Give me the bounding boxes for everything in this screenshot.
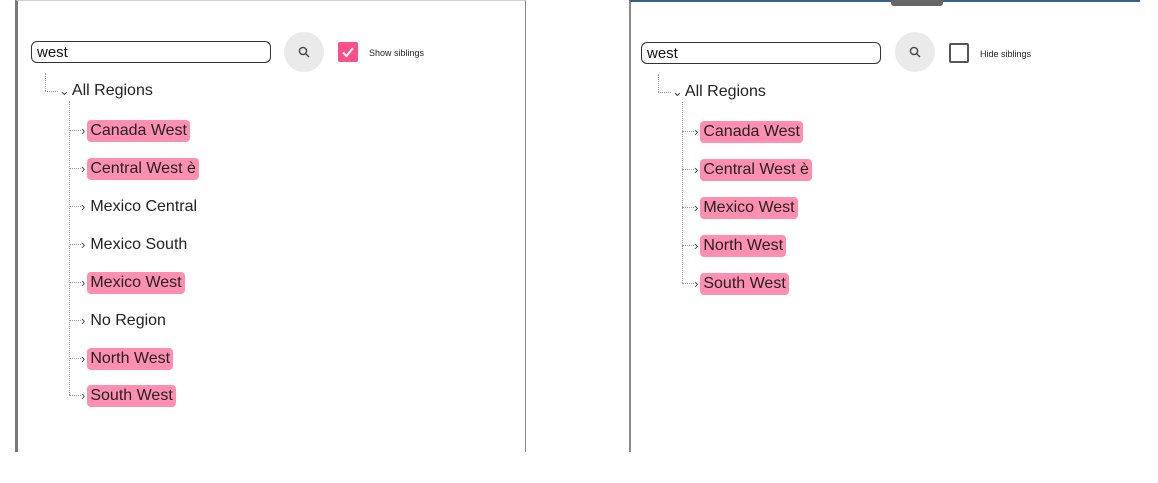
chevron-right-icon[interactable]: › bbox=[81, 349, 85, 369]
chevron-right-icon[interactable]: › bbox=[81, 197, 85, 217]
tree-guide bbox=[658, 74, 659, 92]
left-panel: Show siblings ⌄All Regions ›Canada West … bbox=[15, 0, 526, 452]
chevron-right-icon[interactable]: › bbox=[81, 235, 85, 255]
tree-item[interactable]: › Canada West bbox=[694, 121, 803, 143]
tree-item[interactable]: › North West bbox=[81, 348, 174, 370]
tree-root[interactable]: ⌄ All Regions bbox=[59, 81, 153, 101]
tree-guide bbox=[682, 131, 694, 132]
tree-guide bbox=[69, 358, 81, 359]
check-icon bbox=[342, 47, 354, 58]
tree-guide bbox=[69, 101, 70, 395]
chevron-right-icon[interactable]: › bbox=[694, 274, 698, 294]
tree-item[interactable]: › Canada West bbox=[81, 120, 190, 142]
chevron-down-icon[interactable]: ⌄ bbox=[59, 81, 70, 101]
chevron-right-icon[interactable]: › bbox=[694, 198, 698, 218]
tree-item-label: Mexico West bbox=[87, 272, 185, 294]
window-tab bbox=[891, 0, 943, 6]
tree-item-label: Canada West bbox=[700, 121, 803, 143]
chevron-right-icon[interactable]: › bbox=[81, 311, 85, 331]
tree-guide bbox=[69, 395, 81, 396]
right-panel: Hide siblings ⌄All Regions ›Canada West … bbox=[629, 0, 1140, 452]
tree-guide bbox=[69, 282, 81, 283]
tree-guide bbox=[69, 130, 81, 131]
tree-guide bbox=[69, 168, 81, 169]
tree-guide bbox=[682, 207, 694, 208]
tree-guide bbox=[45, 91, 58, 92]
tree-item[interactable]: › No Region bbox=[81, 310, 169, 332]
chevron-right-icon[interactable]: › bbox=[694, 122, 698, 142]
tree-item[interactable]: › Mexico West bbox=[81, 272, 185, 294]
chevron-down-icon[interactable]: ⌄ bbox=[672, 82, 683, 102]
tree-item-label: South West bbox=[87, 385, 176, 407]
chevron-right-icon[interactable]: › bbox=[694, 160, 698, 180]
hide-siblings-label: Hide siblings bbox=[980, 49, 1032, 59]
tree-root-label: All Regions bbox=[71, 82, 153, 99]
tree-item-label: Mexico South bbox=[90, 236, 188, 253]
search-input[interactable] bbox=[641, 42, 881, 64]
tree-item-label: Central West è bbox=[700, 159, 812, 181]
tree-item-label: Central West è bbox=[87, 158, 199, 180]
search-button[interactable] bbox=[284, 32, 324, 72]
tree-root-label: All Regions bbox=[684, 83, 766, 100]
search-button[interactable] bbox=[895, 32, 935, 72]
chevron-right-icon[interactable]: › bbox=[694, 236, 698, 256]
tree-item-label: Mexico Central bbox=[90, 198, 198, 215]
chevron-right-icon[interactable]: › bbox=[81, 273, 85, 293]
tree-item-label: South West bbox=[700, 273, 789, 295]
show-siblings-label: Show siblings bbox=[369, 48, 425, 58]
show-siblings-checkbox[interactable] bbox=[338, 42, 358, 62]
tree-guide bbox=[682, 102, 683, 283]
tree-guide bbox=[69, 244, 81, 245]
tree-item[interactable]: › North West bbox=[694, 235, 787, 257]
tree-item-label: Canada West bbox=[87, 120, 190, 142]
tree-guide bbox=[682, 283, 694, 284]
tree-item-label: Mexico West bbox=[700, 197, 798, 219]
tree-root[interactable]: ⌄ All Regions bbox=[672, 82, 766, 102]
tree-guide bbox=[45, 73, 46, 91]
tree-item[interactable]: › Central West è bbox=[694, 159, 812, 181]
tree-guide bbox=[682, 245, 694, 246]
tree-item[interactable]: › South West bbox=[694, 273, 789, 295]
tree-guide bbox=[69, 320, 81, 321]
search-icon bbox=[298, 46, 310, 58]
tree-guide bbox=[658, 92, 671, 93]
tree-item[interactable]: › Mexico South bbox=[81, 234, 190, 256]
chevron-right-icon[interactable]: › bbox=[81, 386, 85, 406]
tree-item[interactable]: › Mexico West bbox=[694, 197, 798, 219]
search-icon bbox=[909, 46, 921, 58]
tree-guide bbox=[682, 169, 694, 170]
chevron-right-icon[interactable]: › bbox=[81, 159, 85, 179]
tree-item-label: No Region bbox=[90, 312, 166, 329]
tree-guide bbox=[69, 206, 81, 207]
search-input[interactable] bbox=[31, 41, 271, 63]
tree-item[interactable]: › Central West è bbox=[81, 158, 199, 180]
tree-item-label: North West bbox=[87, 348, 174, 370]
tree-item-label: North West bbox=[700, 235, 787, 257]
tree-item[interactable]: › South West bbox=[81, 385, 176, 407]
chevron-right-icon[interactable]: › bbox=[81, 121, 85, 141]
tree-item[interactable]: › Mexico Central bbox=[81, 196, 200, 218]
hide-siblings-checkbox[interactable] bbox=[949, 43, 969, 63]
